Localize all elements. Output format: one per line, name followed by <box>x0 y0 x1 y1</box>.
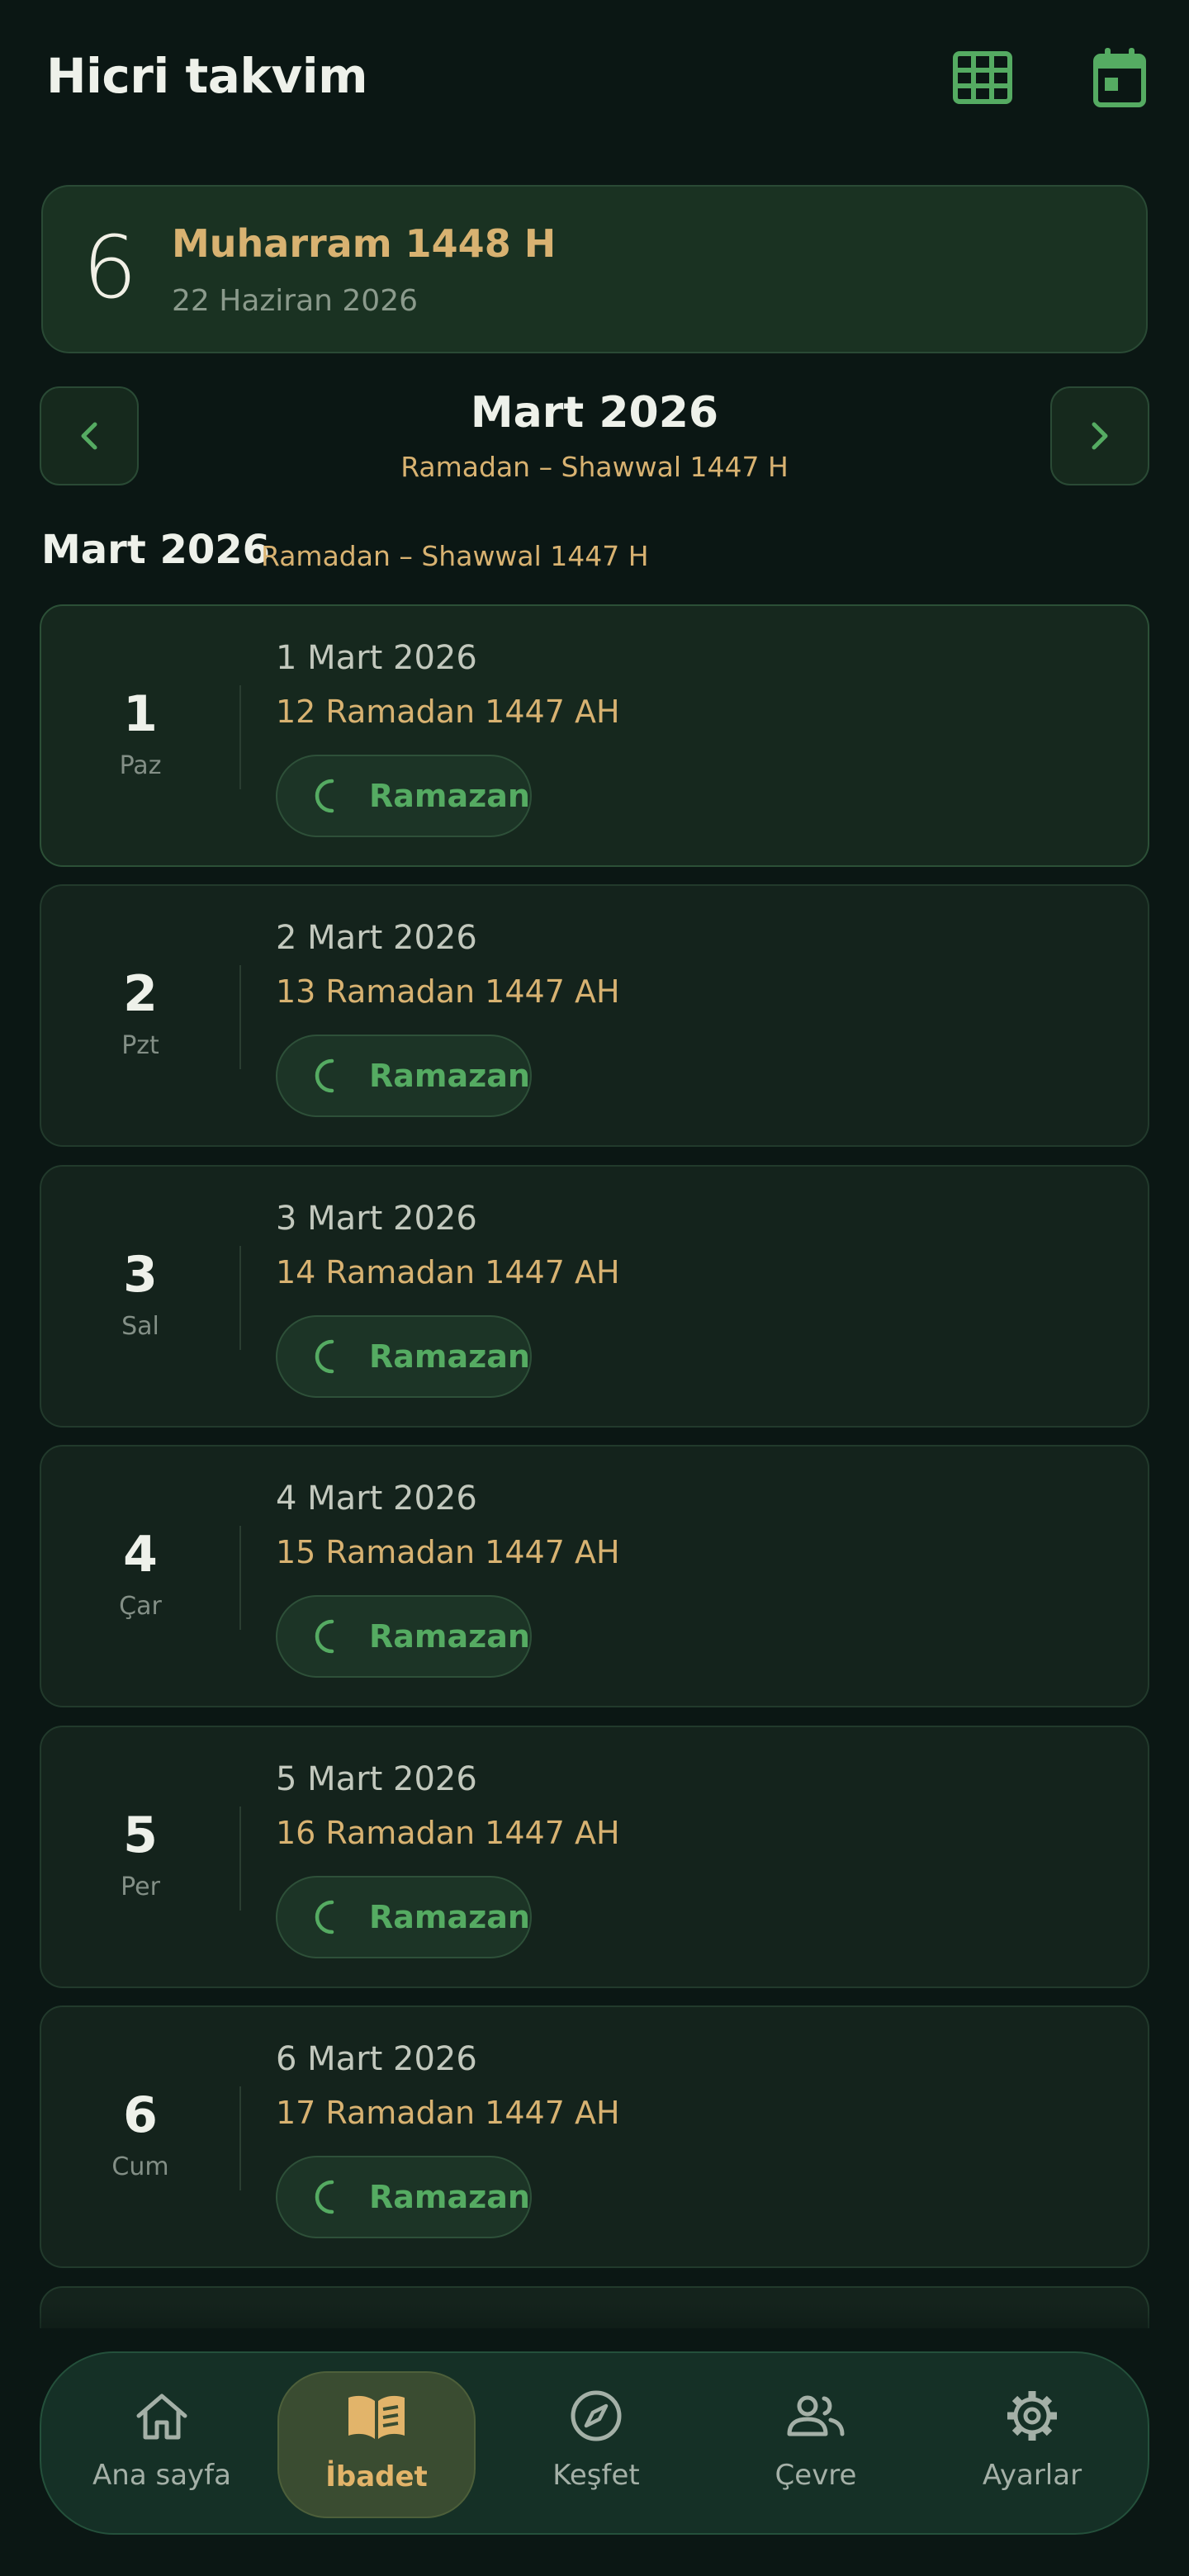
day-card[interactable]: 2 Pzt 2 Mart 2026 13 Ramadan 1447 AH Ram… <box>40 884 1149 1147</box>
tag-label: Ramazan <box>369 2179 530 2215</box>
day-number: 5 <box>123 1807 158 1864</box>
day-weekday: Paz <box>119 751 162 780</box>
divider <box>239 2086 241 2190</box>
chevron-right-icon <box>1092 422 1108 450</box>
hijri-date: 13 Ramadan 1447 AH <box>276 973 620 1010</box>
hijri-date: 12 Ramadan 1447 AH <box>276 694 620 730</box>
day-number: 4 <box>123 1526 158 1584</box>
today-day-number: 6 <box>83 217 138 318</box>
day-card[interactable]: 1 Paz 1 Mart 2026 12 Ramadan 1447 AH Ram… <box>40 604 1149 867</box>
previous-month-button[interactable] <box>40 386 139 485</box>
gregorian-date: 4 Mart 2026 <box>276 1480 477 1518</box>
nav-label: Ana sayfa <box>92 2459 231 2492</box>
app-root: Hicri takvim 6 Muharram 1448 H 22 Hazira <box>0 0 1189 2576</box>
gear-icon <box>1007 2391 1057 2441</box>
ramadan-tag: Ramazan <box>276 1315 532 1398</box>
day-card[interactable]: 3 Sal 3 Mart 2026 14 Ramadan 1447 AH Ram… <box>40 1165 1149 1428</box>
grid-icon <box>953 51 1012 104</box>
calendar-icon <box>1093 48 1146 107</box>
gregorian-date: 6 Mart 2026 <box>276 2040 477 2078</box>
nav-label: Ayarlar <box>982 2459 1082 2492</box>
day-weekday: Pzt <box>121 1031 159 1060</box>
day-number: 6 <box>123 2086 158 2144</box>
nav-label: Keşfet <box>552 2459 640 2492</box>
hijri-date: 16 Ramadan 1447 AH <box>276 1815 620 1851</box>
scroll-fade <box>0 2304 1189 2353</box>
nav-label: İbadet <box>325 2460 428 2493</box>
hijri-date: 17 Ramadan 1447 AH <box>276 2095 620 2131</box>
ramadan-tag: Ramazan <box>276 1595 532 1678</box>
divider <box>239 1526 241 1630</box>
day-number: 1 <box>123 685 158 743</box>
tag-label: Ramazan <box>369 1899 530 1935</box>
ramadan-tag: Ramazan <box>276 1876 532 1958</box>
divider <box>239 1246 241 1350</box>
nav-item-community[interactable]: Çevre <box>717 2371 915 2518</box>
nav-item-home[interactable]: Ana sayfa <box>63 2371 261 2518</box>
crescent-moon-icon <box>315 779 334 813</box>
current-month-hijri-range: Ramadan – Shawwal 1447 H <box>400 451 789 483</box>
nav-item-settings[interactable]: Ayarlar <box>933 2371 1131 2518</box>
crescent-moon-icon <box>315 1619 334 1654</box>
crescent-moon-icon <box>315 2180 334 2214</box>
today-hijri-date: Muharram 1448 H <box>172 221 557 266</box>
ramadan-tag: Ramazan <box>276 2156 532 2238</box>
ramadan-tag: Ramazan <box>276 1035 532 1117</box>
divider <box>239 685 241 789</box>
book-icon <box>348 2395 405 2439</box>
gregorian-date: 2 Mart 2026 <box>276 919 477 957</box>
day-weekday: Sal <box>121 1312 159 1341</box>
tag-label: Ramazan <box>369 778 530 814</box>
day-weekday: Çar <box>119 1592 162 1621</box>
next-month-button[interactable] <box>1050 386 1149 485</box>
day-weekday: Per <box>121 1873 160 1901</box>
bottom-nav: Ana sayfa İbadet Keşfet Çevre Ayarlar <box>40 2351 1149 2535</box>
today-card[interactable]: 6 Muharram 1448 H 22 Haziran 2026 <box>41 185 1148 353</box>
calendar-button[interactable] <box>1085 43 1154 112</box>
divider <box>239 965 241 1069</box>
day-list[interactable]: 1 Paz 1 Mart 2026 12 Ramadan 1447 AH Ram… <box>40 603 1149 2328</box>
compass-icon <box>571 2390 622 2441</box>
header: Hicri takvim <box>0 0 1189 165</box>
current-month-title: Mart 2026 <box>470 388 719 438</box>
divider <box>239 1807 241 1911</box>
crescent-moon-icon <box>315 1900 334 1934</box>
hijri-date: 15 Ramadan 1447 AH <box>276 1534 620 1570</box>
nav-item-worship[interactable]: İbadet <box>277 2371 476 2518</box>
tag-label: Ramazan <box>369 1618 530 1655</box>
today-gregorian-date: 22 Haziran 2026 <box>172 284 419 318</box>
tag-label: Ramazan <box>369 1058 530 1094</box>
day-card[interactable]: 5 Per 5 Mart 2026 16 Ramadan 1447 AH Ram… <box>40 1726 1149 1988</box>
nav-item-explore[interactable]: Keşfet <box>497 2371 695 2518</box>
chevron-left-icon <box>81 422 97 450</box>
gregorian-date: 3 Mart 2026 <box>276 1200 477 1238</box>
gregorian-date: 1 Mart 2026 <box>276 639 477 677</box>
hijri-date: 14 Ramadan 1447 AH <box>276 1254 620 1290</box>
day-card[interactable]: 6 Cum 6 Mart 2026 17 Ramadan 1447 AH Ram… <box>40 2005 1149 2268</box>
crescent-moon-icon <box>315 1058 334 1093</box>
crescent-moon-icon <box>315 1339 334 1374</box>
day-number: 2 <box>123 965 158 1023</box>
nav-label: Çevre <box>775 2459 857 2492</box>
page-title: Hicri takvim <box>46 48 368 104</box>
section-hijri-range: Ramadan – Shawwal 1447 H <box>261 540 649 572</box>
day-weekday: Cum <box>111 2152 169 2181</box>
grid-view-button[interactable] <box>948 43 1017 112</box>
gregorian-date: 5 Mart 2026 <box>276 1760 477 1798</box>
tag-label: Ramazan <box>369 1338 530 1375</box>
day-card[interactable]: 4 Çar 4 Mart 2026 15 Ramadan 1447 AH Ram… <box>40 1445 1149 1707</box>
people-icon <box>787 2395 845 2436</box>
section-title: Mart 2026 <box>41 527 271 573</box>
home-icon <box>136 2394 187 2440</box>
day-number: 3 <box>123 1246 158 1304</box>
ramadan-tag: Ramazan <box>276 755 532 837</box>
